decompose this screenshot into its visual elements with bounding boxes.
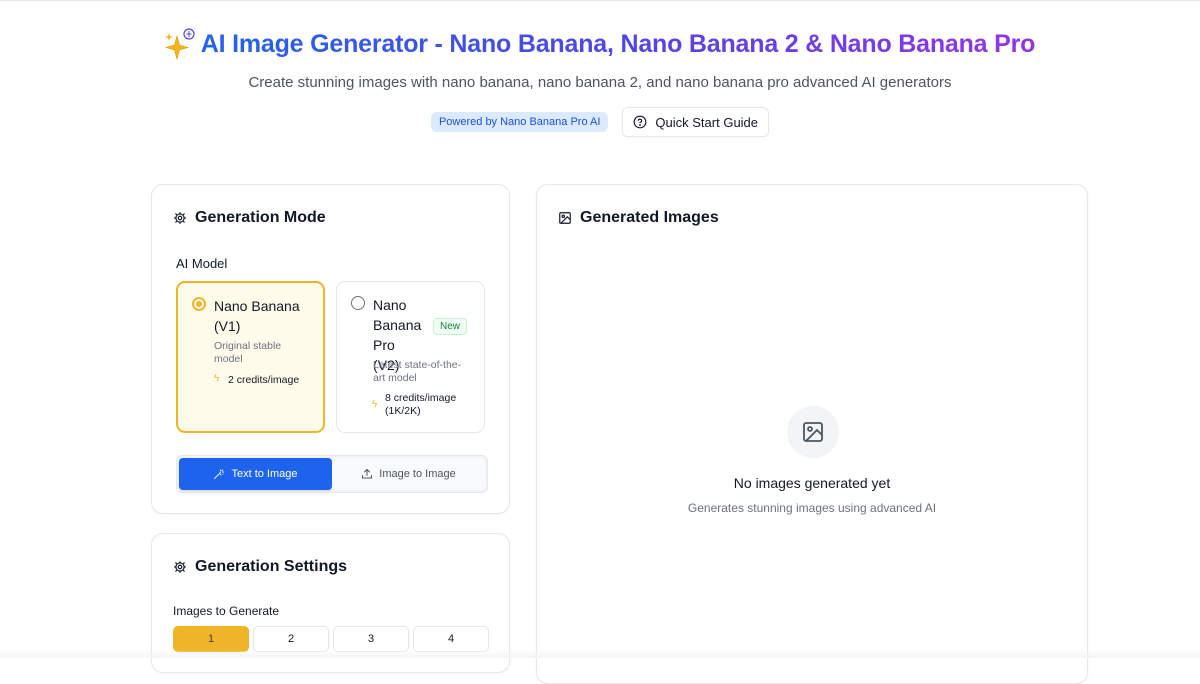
generation-type-tabs: Text to Image Image to Image xyxy=(176,455,488,493)
generated-images-heading: Generated Images xyxy=(558,209,719,227)
lightning-icon: ϟ xyxy=(372,399,378,410)
quick-start-guide-button[interactable]: Quick Start Guide xyxy=(622,107,770,137)
generation-mode-heading: Generation Mode xyxy=(173,209,326,227)
image-icon xyxy=(559,212,571,224)
gear-icon xyxy=(174,561,186,573)
magic-wand-icon xyxy=(214,469,225,479)
sparkles-icon xyxy=(164,28,195,60)
model-description: Latest state-of-the-art model xyxy=(373,359,462,384)
top-border xyxy=(0,0,1200,1)
generation-settings-heading: Generation Settings xyxy=(173,558,347,576)
model-credits: 8 credits/image (1K/2K) xyxy=(385,392,457,417)
generated-images-card: Generated Images No images generated yet… xyxy=(536,184,1088,684)
gear-icon xyxy=(174,212,186,224)
count-button-3[interactable]: 3 xyxy=(333,626,409,652)
tab-label: Text to Image xyxy=(231,468,298,480)
ai-model-label: AI Model xyxy=(176,256,228,271)
bottom-edge xyxy=(0,650,1200,658)
lightning-icon: ϟ xyxy=(214,373,220,384)
new-badge: New xyxy=(433,318,468,335)
page-subtitle: Create stunning images with nano banana,… xyxy=(248,74,952,91)
model-description: Original stable model xyxy=(214,340,282,365)
model-credits: 2 credits/image xyxy=(228,374,300,386)
count-button-1[interactable]: 1 xyxy=(173,626,249,652)
radio-selected[interactable] xyxy=(192,297,206,311)
help-circle-icon xyxy=(634,115,647,129)
model-option-nano-banana-v1[interactable]: Nano Banana (V1) Original stable model ϟ… xyxy=(176,281,325,433)
quick-start-guide-label: Quick Start Guide xyxy=(655,114,759,130)
empty-state-title: No images generated yet xyxy=(733,475,891,491)
powered-by-badge: Powered by Nano Banana Pro AI xyxy=(430,112,609,132)
page-header: AI Image Generator - Nano Banana, Nano B… xyxy=(0,24,1200,137)
upload-icon xyxy=(362,468,373,479)
generation-settings-title: Generation Settings xyxy=(195,558,348,575)
empty-state-subtitle: Generates stunning images using advanced… xyxy=(687,501,937,515)
images-to-generate-label: Images to Generate xyxy=(173,604,280,618)
count-button-2[interactable]: 2 xyxy=(253,626,329,652)
generation-mode-title: Generation Mode xyxy=(195,209,326,226)
radio-unselected[interactable] xyxy=(351,296,365,310)
generation-mode-card: Generation Mode AI Model Nano Banana (V1… xyxy=(151,184,510,514)
title-row: AI Image Generator - Nano Banana, Nano B… xyxy=(0,24,1200,64)
page-title: AI Image Generator - Nano Banana, Nano B… xyxy=(200,29,1036,58)
tab-text-to-image[interactable]: Text to Image xyxy=(179,458,332,490)
tab-image-to-image[interactable]: Image to Image xyxy=(332,458,485,490)
count-button-4[interactable]: 4 xyxy=(413,626,489,652)
model-option-nano-banana-pro-v2[interactable]: Nano Banana Pro (V2) New Latest state-of… xyxy=(336,281,485,433)
image-placeholder-icon xyxy=(803,422,823,442)
tab-label: Image to Image xyxy=(379,468,456,480)
generated-images-title: Generated Images xyxy=(580,209,719,226)
header-actions: Powered by Nano Banana Pro AI Quick Star… xyxy=(0,107,1200,137)
model-name: Nano Banana (V1) xyxy=(214,298,300,334)
empty-state-icon-wrapper xyxy=(787,406,839,458)
image-count-selector: 1 2 3 4 xyxy=(173,626,489,652)
